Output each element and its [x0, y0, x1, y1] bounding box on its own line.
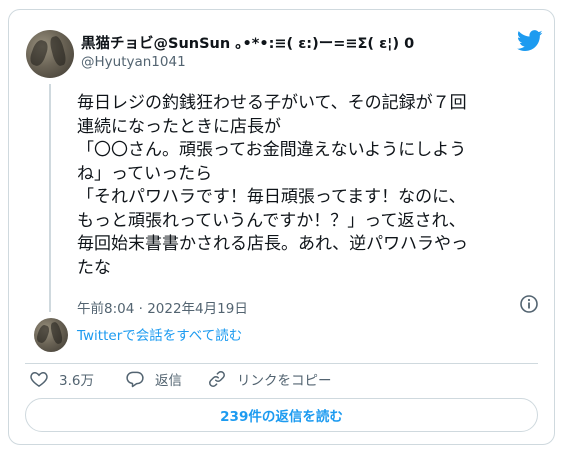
tweet-text-line: たな	[77, 257, 111, 278]
author-handle[interactable]: @Hyutyan1041	[81, 54, 186, 70]
tweet-text-line: 「それパワハラです！毎日頑張ってます！なのに、	[77, 187, 466, 207]
tweet-text-line: もっと頑張れっていうんですか！？」って返され、	[77, 210, 466, 231]
heart-icon	[30, 371, 48, 387]
tweet-card: 黒猫チョビ@SunSun ｡•*•:≡( ε:)ー=≡Σ( ε¦) 0 @Hyu…	[8, 9, 555, 445]
tweet-text-line: 毎日レジの釣銭狂わせる子がいて、その記録が７回	[77, 93, 467, 113]
read-replies-button[interactable]: 239件の返信を読む	[25, 398, 538, 432]
reply-avatar[interactable]	[34, 318, 68, 352]
read-conversation-link[interactable]: Twitterで会話をすべて読む	[77, 324, 242, 344]
copy-link-label: リンクをコピー	[237, 373, 332, 389]
reply-button[interactable]: 返信	[125, 368, 182, 390]
author-avatar[interactable]	[26, 30, 74, 78]
tweet-timestamp[interactable]: 午前8:04 · 2022年4月19日	[77, 297, 248, 317]
thread-line	[49, 84, 51, 312]
like-count: 3.6万	[59, 373, 94, 389]
reply-icon	[126, 371, 144, 388]
divider	[25, 363, 538, 364]
tweet-text-line: 連続になったときに店長が	[77, 116, 281, 137]
link-icon	[209, 371, 225, 387]
tweet-text-line: 毎回始末書書かされる店長。あれ、逆パワハラやっ	[77, 234, 468, 254]
copy-link-button[interactable]: リンクをコピー	[207, 368, 332, 390]
tweet-text-line: ね」っていったら	[77, 163, 213, 184]
info-icon[interactable]	[519, 294, 539, 314]
like-button[interactable]: 3.6万	[29, 368, 94, 390]
tweet-text: 毎日レジの釣銭狂わせる子がいて、その記録が７回 連続になったときに店長が 「〇〇…	[77, 92, 547, 280]
reply-label: 返信	[155, 373, 182, 389]
author-display-name[interactable]: 黒猫チョビ@SunSun ｡•*•:≡( ε:)ー=≡Σ( ε¦) 0	[81, 32, 414, 53]
twitter-bird-icon[interactable]	[517, 30, 543, 52]
tweet-text-line: 「〇〇さん。頑張ってお金間違えないようにしよう	[77, 140, 467, 160]
